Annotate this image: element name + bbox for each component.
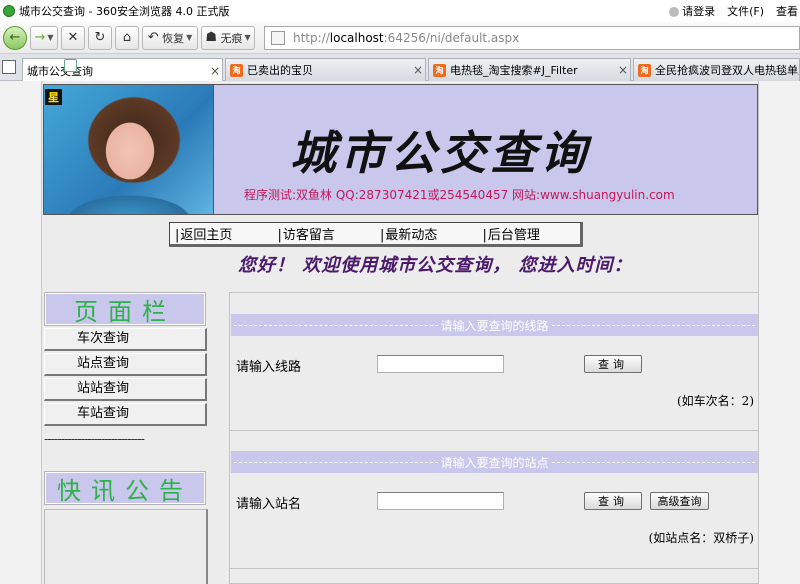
sidebar-separator: ------------------------------ [44,432,145,446]
left-sidebar: 页面栏 车次查询 站点查询 站站查询 车站查询 ----------------… [44,292,211,584]
login-link[interactable]: 请登录 [669,3,715,19]
stop-button[interactable]: ✕ [61,25,85,50]
route-input[interactable] [377,355,504,373]
tab-taobao-search[interactable]: 淘 电热毯_淘宝搜索#J_Filter × [428,58,631,81]
nav-news[interactable]: 最新动态 [375,224,478,243]
notice-header: 快讯公告 [44,471,206,505]
close-icon[interactable]: × [616,63,630,77]
tab-label: 全民抢疯波司登双人电热毯单人电 [655,64,799,77]
dashed-line [551,324,756,326]
address-path: :64256/ni/default.aspx [383,31,520,45]
route-hint: (如车次名：2) [677,394,754,408]
header-banner: 星 城市公交查询 程序测试:双鱼林 QQ:287307421或254540457… [43,84,758,215]
taobao-icon: 淘 [433,63,446,77]
sidebar-item-station-to-station[interactable]: 站站查询 [44,378,207,401]
route-label: 请输入线路 [236,360,302,375]
restore-label: 恢复 [162,31,185,45]
nav-guestbook[interactable]: 访客留言 [273,224,376,243]
address-bar[interactable]: http://localhost:64256/ni/default.aspx [264,26,800,50]
notice-panel [44,509,208,584]
sidebar-item-route-query[interactable]: 车次查询 [44,328,207,351]
browser-logo-icon [3,5,15,17]
contact-info: 程序测试:双鱼林 QQ:287307421或254540457 网站:www.s… [244,188,675,202]
station-label: 请输入站名 [236,497,302,512]
tab-label: 已卖出的宝贝 [247,64,313,77]
dashed-line [234,461,438,463]
station-query-header: 请输入要查询的站点 [231,451,758,473]
home-icon: ⌂ [122,30,132,45]
site-title: 城市公交查询 [290,126,590,180]
chevron-down-icon: ▼ [244,33,251,42]
refresh-button[interactable]: ↻ [88,25,112,50]
user-icon [669,7,680,17]
query-content: 请输入要查询的线路 请输入线路 查询 (如车次名：2) 请输入要查询的站点 请输… [229,292,759,584]
taobao-icon: 淘 [230,63,243,77]
section-divider [230,568,758,569]
restore-button[interactable]: ↶ 恢复 ▼ [142,25,198,50]
address-host: localhost [329,31,384,45]
welcome-marquee: 您好！ 欢迎使用城市公交查询， 您进入时间： [238,251,758,275]
photo-badge: 星 [45,89,62,105]
incognito-icon: ☗ [205,30,217,45]
login-label: 请登录 [682,5,716,18]
station-query-button[interactable]: 查询 [584,492,642,510]
tab-label: 城市公交查询 [27,64,93,78]
main-nav: 返回主页 访客留言 最新动态 后台管理 [169,222,583,247]
section-divider [230,430,758,431]
sidebar-toggle-icon[interactable] [2,60,16,74]
station-input[interactable] [377,492,504,510]
window-title: 城市公交查询 - 360安全浏览器 4.0 正式版 [19,5,230,18]
home-button[interactable]: ⌂ [115,25,139,50]
close-icon[interactable]: × [208,64,222,78]
menu-file[interactable]: 文件(F) [727,3,764,19]
sidebar-item-stop-query[interactable]: 车站查询 [44,403,207,426]
no-trace-label: 无痕 [220,31,243,45]
menu-view[interactable]: 查看 [776,3,798,19]
route-query-button[interactable]: 查询 [584,355,642,373]
close-icon: ✕ [67,30,79,45]
notice-title: 快讯公告 [46,473,204,505]
undo-icon: ↶ [147,30,159,45]
route-query-header: 请输入要查询的线路 [231,314,758,336]
forward-button[interactable]: → ▼ [30,25,58,50]
taobao-icon: 淘 [638,63,651,77]
sidebar-item-station-query[interactable]: 站点查询 [44,353,207,376]
tab-bus-query[interactable]: 城市公交查询 × [22,58,223,82]
route-query-title: 请输入要查询的线路 [440,318,549,333]
chevron-down-icon: ▼ [47,33,54,42]
station-hint: (如站点名：双桥子) [648,531,754,545]
forward-arrow-icon: → [34,30,46,45]
address-prefix: http:// [293,31,330,45]
page-container: 星 城市公交查询 程序测试:双鱼林 QQ:287307421或254540457… [41,81,759,584]
chevron-down-icon: ▼ [186,33,193,42]
page-icon [64,59,77,72]
no-trace-button[interactable]: ☗ 无痕 ▼ [201,25,255,50]
window-titlebar: 城市公交查询 - 360安全浏览器 4.0 正式版 请登录 文件(F) 查看 [0,0,800,22]
dashed-line [551,461,756,463]
tab-sold-items[interactable]: 淘 已卖出的宝贝 × [225,58,426,81]
welcome-text: 您好！ 欢迎使用城市公交查询， 您进入时间： [238,255,633,275]
dashed-line [234,324,438,326]
sidebar-title: 页面栏 [46,294,204,326]
tab-blanket[interactable]: 淘 全民抢疯波司登双人电热毯单人电 [633,58,800,81]
close-icon[interactable]: × [411,63,425,77]
page-icon [271,31,285,45]
back-arrow-icon: ← [9,30,21,45]
tab-label: 电热毯_淘宝搜索#J_Filter [450,64,578,77]
back-button[interactable]: ← [3,25,27,50]
nav-home[interactable]: 返回主页 [170,224,273,243]
station-query-title: 请输入要查询的站点 [440,455,549,470]
browser-toolbar: ← → ▼ ✕ ↻ ⌂ ↶ 恢复 ▼ ☗ 无痕 ▼ http://localhost:… [0,22,800,54]
page-viewport: 星 城市公交查询 程序测试:双鱼林 QQ:287307421或254540457… [0,81,800,584]
banner-photo: 星 [44,85,214,214]
tab-strip: 城市公交查询 × 淘 已卖出的宝贝 × 淘 电热毯_淘宝搜索#J_Filter … [0,54,800,82]
advanced-query-button[interactable]: 高级查询 [650,492,709,510]
sidebar-header: 页面栏 [44,292,206,326]
refresh-icon: ↻ [94,30,106,45]
nav-admin[interactable]: 后台管理 [478,224,581,243]
